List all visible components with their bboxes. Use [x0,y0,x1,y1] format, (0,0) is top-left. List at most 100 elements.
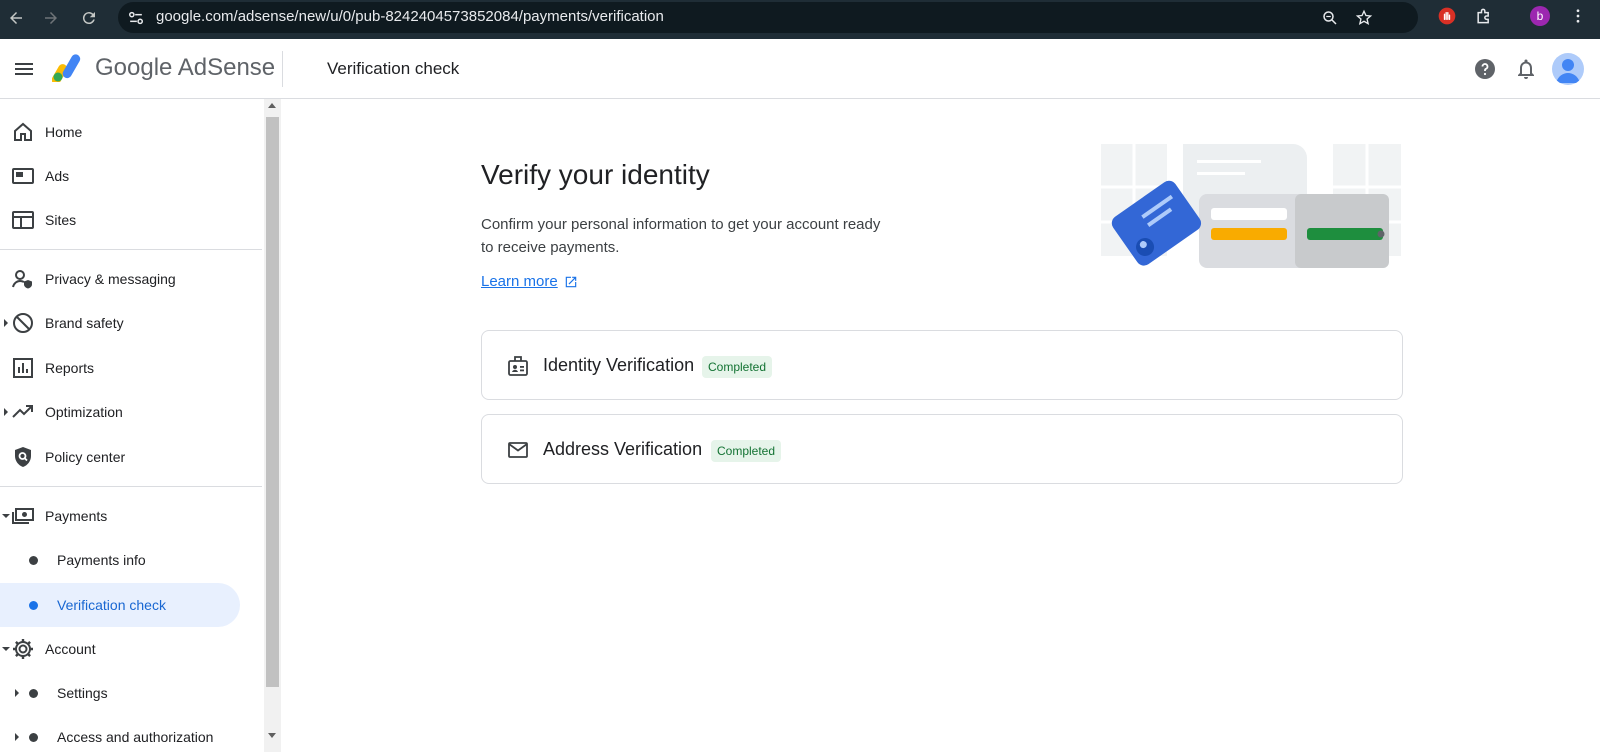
privacy-icon [12,270,32,289]
back-button[interactable] [4,6,28,30]
sidebar-item-label: Access and authorization [57,729,214,745]
caret-right-icon[interactable] [2,319,10,327]
mail-icon [508,442,528,458]
puzzle-icon [1477,8,1489,24]
person-avatar-icon [1556,59,1580,83]
extension-button[interactable] [1435,4,1459,28]
adsense-logo-icon [52,54,81,82]
sidebar-item-optimization[interactable]: Optimization [0,390,262,434]
bullet-icon [29,733,38,742]
sidebar-nav: Home Ads Sites Privacy & messaging Brand… [0,99,264,752]
sidebar-item-label: Privacy & messaging [45,271,176,287]
reload-button[interactable] [77,6,101,30]
sidebar-scrollbar[interactable] [264,99,281,752]
forward-button[interactable] [39,6,63,30]
sidebar-item-verification-check[interactable]: Verification check [0,583,240,627]
notifications-bell-icon[interactable] [1514,57,1538,81]
browser-menu-button[interactable] [1566,4,1590,28]
open-in-new-icon [565,276,576,287]
caret-right-icon[interactable] [13,733,21,741]
arrow-left-icon [10,12,22,24]
policy-shield-icon [15,447,31,467]
stop-hand-icon [1438,7,1456,25]
verification-illustration [1101,144,1401,268]
main-content: Verify your identity Confirm your person… [281,99,1600,752]
browser-toolbar: google.com/adsense/new/u/0/pub-824240457… [0,0,1600,39]
zoom-icon [1323,11,1337,25]
sidebar-item-account[interactable]: Account [0,627,262,671]
trending-up-icon [12,405,33,418]
sidebar-item-ads[interactable]: Ads [0,154,262,198]
sidebar-item-policy-center[interactable]: Policy center [0,435,262,479]
scroll-down-arrow-icon[interactable] [268,733,276,738]
sidebar-divider [0,486,262,487]
hamburger-menu-icon[interactable] [12,57,36,81]
profile-avatar: b [1530,6,1550,26]
star-icon [1355,9,1373,25]
sidebar-item-settings[interactable]: Settings [0,671,262,715]
ads-icon [12,168,34,184]
home-icon [14,122,32,141]
more-vert-icon [1576,9,1580,23]
sidebar-divider [0,249,262,250]
arrow-right-icon [45,12,57,24]
status-badge: Completed [711,440,782,462]
sidebar-item-label: Payments [45,508,108,524]
card-title: Identity Verification [543,355,695,375]
sidebar-item-label: Payments info [57,552,146,568]
profile-button[interactable]: b [1528,4,1552,28]
sidebar-item-payments[interactable]: Payments [0,494,262,538]
status-badge: Completed [702,356,773,378]
sidebar-item-label: Sites [45,212,77,228]
page-heading: Verify your identity [481,159,710,190]
sidebar-item-label: Reports [45,360,95,376]
sidebar-item-reports[interactable]: Reports [0,346,262,390]
sidebar-item-label: Ads [45,168,70,184]
sidebar-item-access-authorization[interactable]: Access and authorization [0,715,262,752]
caret-down-icon[interactable] [2,645,10,653]
zoom-button[interactable] [1318,6,1342,30]
sidebar-item-privacy-messaging[interactable]: Privacy & messaging [0,257,262,301]
app-header: Google AdSense Verification check [0,39,1600,99]
bar-chart-icon [13,358,33,378]
brand-name: Google AdSense [95,54,276,81]
sidebar-item-home[interactable]: Home [0,110,262,154]
bookmark-button[interactable] [1352,6,1376,30]
caret-down-icon[interactable] [2,512,10,520]
bullet-icon [29,556,38,565]
address-bar[interactable]: google.com/adsense/new/u/0/pub-824240457… [118,2,1418,33]
sidebar-item-label: Account [45,641,96,657]
bullet-icon [29,601,38,610]
page-title: Verification check [327,59,460,78]
site-settings-icon[interactable] [126,8,146,28]
caret-right-icon[interactable] [13,689,21,697]
sidebar-item-brand-safety[interactable]: Brand safety [0,301,262,345]
sidebar-item-label: Optimization [45,404,123,420]
card-title: Address Verification [543,439,703,459]
sidebar-item-label: Verification check [57,597,166,613]
identity-verification-card[interactable]: Identity Verification Completed [481,330,1403,400]
help-icon[interactable] [1473,57,1497,81]
reload-icon [82,12,95,25]
bullet-icon [29,689,38,698]
extensions-button[interactable] [1472,4,1496,28]
sidebar-item-label: Settings [57,685,108,701]
learn-more-label: Learn more [481,273,558,290]
learn-more-link[interactable]: Learn more [481,273,578,290]
id-badge-icon [508,356,528,376]
sidebar-item-label: Policy center [45,449,126,465]
sidebar-item-payments-info[interactable]: Payments info [0,538,262,582]
account-avatar[interactable] [1552,53,1584,85]
sidebar-item-label: Home [45,124,83,140]
sites-icon [12,211,34,229]
payments-icon [12,508,34,524]
address-verification-card[interactable]: Address Verification Completed [481,414,1403,484]
scroll-up-arrow-icon[interactable] [268,103,276,108]
url-text[interactable]: google.com/adsense/new/u/0/pub-824240457… [156,8,664,25]
sidebar-item-sites[interactable]: Sites [0,198,262,242]
caret-right-icon[interactable] [2,408,10,416]
gear-icon [13,639,33,659]
block-icon [13,313,33,333]
sidebar-item-label: Brand safety [45,315,124,331]
scrollbar-thumb[interactable] [266,117,279,687]
